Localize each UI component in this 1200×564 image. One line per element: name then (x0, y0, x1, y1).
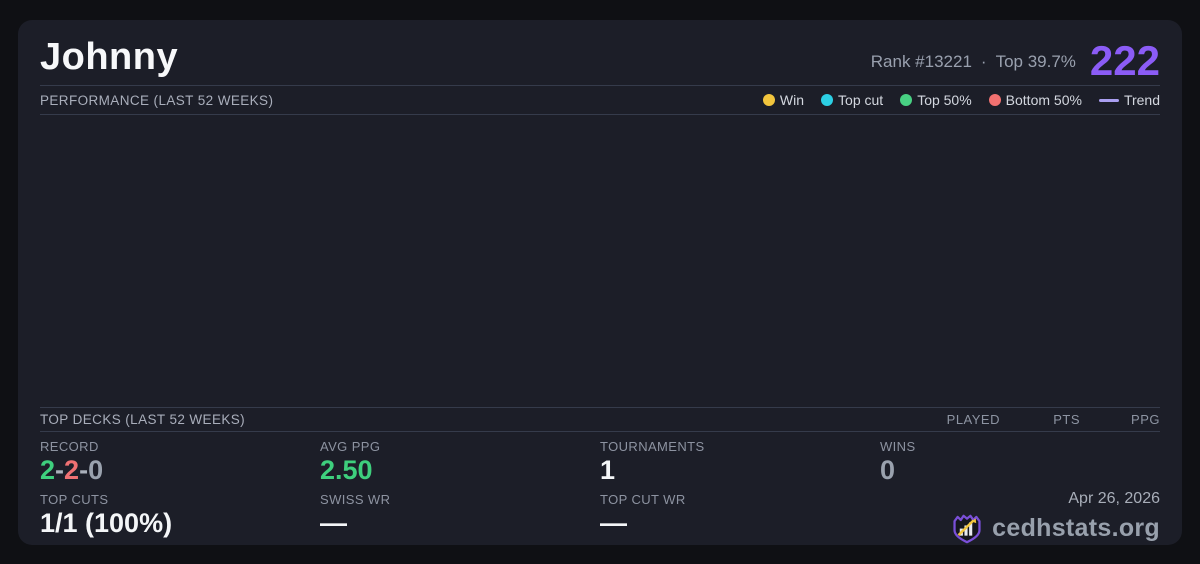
legend-label: Bottom 50% (1005, 92, 1082, 108)
rank-line: Rank #13221 · Top 39.7% (871, 52, 1076, 79)
legend-item-win: Win (762, 92, 805, 108)
shield-bar-chart-arrow-icon (950, 511, 984, 545)
legend-label: Top 50% (917, 92, 972, 108)
stat-cell-top-cut-wr: TOP CUT WR — (600, 492, 880, 544)
stat-cell-record: RECORD 2-2-0 (40, 439, 320, 491)
stat-value: 0 (880, 455, 896, 485)
brand-wordmark: cedhstats.org (992, 513, 1160, 542)
chart-legend: Win Top cut Top 50% Bottom 50% Trend (762, 92, 1160, 108)
performance-header-bar: PERFORMANCE (LAST 52 WEEKS) Win Top cut To… (40, 86, 1160, 115)
deck-column-header-pts: PTS (1053, 412, 1080, 427)
page-title: Johnny (40, 36, 179, 78)
rank-text: Rank #13221 (870, 52, 972, 71)
legend-item-bottom-50: Bottom 50% (988, 92, 1082, 108)
stat-label: WINS (880, 439, 916, 454)
performance-chart-plot-area (40, 115, 1160, 408)
player-stats-card: Johnny Rank #13221 · Top 39.7% 222 PERFO… (18, 20, 1182, 545)
legend-label: Win (779, 92, 805, 108)
stat-value: 2.50 (320, 455, 373, 485)
card-header: Johnny Rank #13221 · Top 39.7% 222 (40, 20, 1160, 86)
stat-value: — (320, 508, 347, 538)
legend-item-trend: Trend (1098, 92, 1160, 108)
footer-block: Apr 26, 2026 cedhstats.org (950, 490, 1160, 545)
deck-column-header-ppg: PPG (1131, 412, 1160, 427)
stats-section: RECORD 2-2-0 AVG PPG 2.50 TOURNAMENTS 1 WINS 0 T… (40, 432, 1160, 548)
legend-item-top-cut: Top cut (821, 92, 883, 108)
stat-cell-top-cuts: TOP CUTS 1/1 (100%) (40, 492, 320, 544)
stat-value: 1 (600, 455, 616, 485)
legend-label: Top cut (838, 92, 884, 108)
stat-label: TOP CUTS (40, 492, 109, 507)
brand-row: cedhstats.org (950, 511, 1160, 545)
dot-separator: · (980, 52, 987, 71)
stat-cell-swiss-wr: SWISS WR — (320, 492, 600, 544)
stat-label: TOP CUT WR (600, 492, 686, 507)
generated-date: Apr 26, 2026 (1068, 490, 1160, 507)
stat-value: 1/1 (100%) (40, 508, 173, 538)
top-cut-dot-icon (821, 94, 834, 106)
top-50-dot-icon (900, 94, 913, 106)
stat-label: SWISS WR (320, 492, 391, 507)
deck-column-header-played: PLAYED (946, 412, 1000, 427)
stat-cell-tournaments: TOURNAMENTS 1 (600, 439, 880, 491)
trend-line-swatch (1098, 98, 1119, 102)
rank-score-group: Rank #13221 · Top 39.7% 222 (871, 37, 1160, 85)
stat-value: 2-2-0 (40, 455, 104, 485)
top-decks-section-label: TOP DECKS (LAST 52 WEEKS) (40, 412, 246, 427)
stat-value: — (600, 508, 627, 538)
stat-label: AVG PPG (320, 439, 381, 454)
stat-cell-wins: WINS 0 (880, 439, 1160, 491)
win-dot-icon (762, 94, 775, 106)
stat-label: RECORD (40, 439, 99, 454)
performance-section-label: PERFORMANCE (LAST 52 WEEKS) (40, 92, 274, 108)
stat-cell-avg-ppg: AVG PPG 2.50 (320, 439, 600, 491)
top-decks-header-bar: TOP DECKS (LAST 52 WEEKS) PLAYED PTS PPG (40, 408, 1160, 432)
player-score: 222 (1089, 37, 1160, 85)
top-percent-text: Top 39.7% (995, 52, 1076, 71)
stat-label: TOURNAMENTS (600, 439, 705, 454)
bottom-50-dot-icon (988, 94, 1001, 106)
legend-label: Trend (1123, 92, 1160, 108)
deck-table-column-headers: PLAYED PTS PPG (920, 412, 1160, 427)
legend-item-top-50: Top 50% (900, 92, 972, 108)
